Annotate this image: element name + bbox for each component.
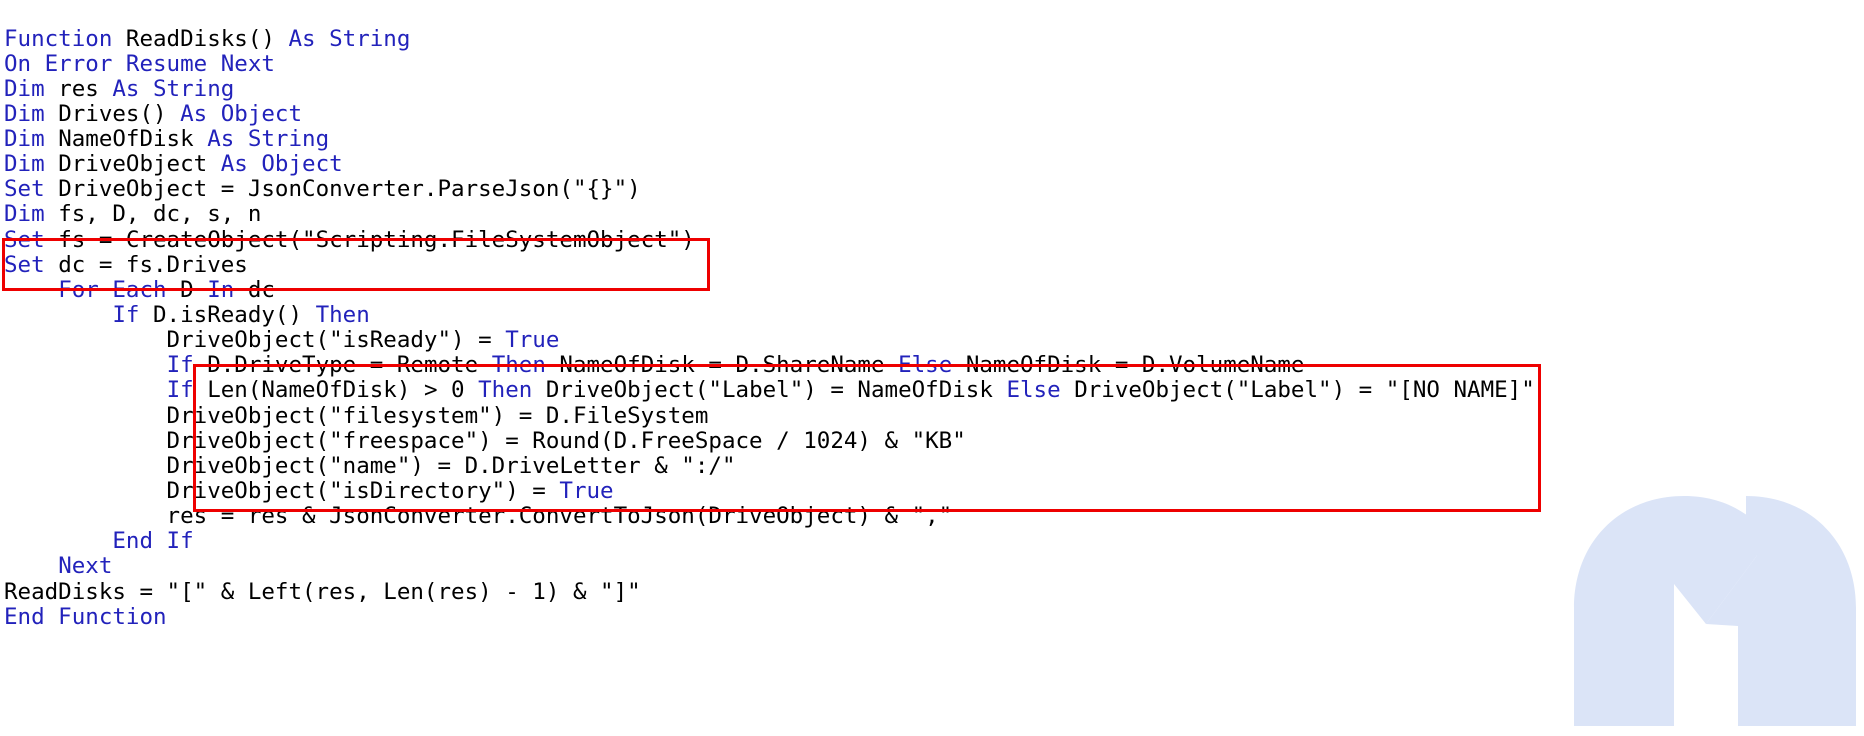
code-text: D <box>180 276 208 303</box>
code-text: DriveObject("filesystem") = D.FileSystem <box>4 402 709 429</box>
code-keyword: True <box>559 478 614 505</box>
code-line: For Each D In dc <box>4 276 1535 303</box>
source-code-block: Function ReadDisks() As String On Error R… <box>0 23 1535 630</box>
code-keyword: Dim <box>4 100 59 127</box>
code-text: dc = fs.Drives <box>58 251 248 278</box>
code-line: Dim NameOfDisk As String <box>4 126 1535 153</box>
code-line: Set fs = CreateObject("Scripting.FileSys… <box>4 226 1535 253</box>
code-text: Len(NameOfDisk) > 0 <box>207 377 479 404</box>
code-line: DriveObject("name") = D.DriveLetter & ":… <box>4 452 1535 479</box>
code-line: End Function <box>4 603 1535 630</box>
code-keyword: Set <box>4 176 59 203</box>
code-keyword: As String <box>288 25 411 52</box>
code-keyword: Dim <box>4 201 59 228</box>
code-line: Next <box>4 554 1535 579</box>
code-text: ReadDisks = "[" & Left(res, Len(res) - 1… <box>4 578 641 605</box>
code-line: Dim Drives() As Object <box>4 100 1535 127</box>
code-keyword: End Function <box>4 603 167 630</box>
code-keyword: True <box>505 327 560 354</box>
code-keyword: Dim <box>4 126 59 153</box>
code-text: DriveObject("Label") = "[NO NAME]" <box>1074 377 1535 404</box>
code-line: If Len(NameOfDisk) > 0 Then DriveObject(… <box>4 378 1535 403</box>
code-listing-page: Function ReadDisks() As String On Error R… <box>0 0 1864 726</box>
code-line: Function ReadDisks() As String <box>4 25 1535 52</box>
code-line: DriveObject("freespace") = Round(D.FreeS… <box>4 427 1535 454</box>
code-line: Dim DriveObject As Object <box>4 152 1535 177</box>
code-keyword: On Error Resume Next <box>4 50 275 77</box>
code-text: DriveObject <box>58 151 221 178</box>
code-keyword: Else <box>1006 377 1075 404</box>
code-text: NameOfDisk = D.ShareName <box>559 352 899 379</box>
code-text: ReadDisks() <box>125 25 289 52</box>
code-keyword: Then <box>491 352 560 379</box>
code-keyword: Next <box>58 553 113 580</box>
code-text: res = res & JsonConverter.ConvertToJson(… <box>4 503 953 530</box>
code-text: fs, D, dc, s, n <box>58 201 262 228</box>
code-keyword: For Each <box>58 276 181 303</box>
code-line: Dim res As String <box>4 75 1535 102</box>
code-text: dc <box>247 276 275 303</box>
code-keyword: As String <box>112 75 235 102</box>
code-keyword: Dim <box>4 151 59 178</box>
code-line: DriveObject("isReady") = True <box>4 328 1535 353</box>
code-keyword: Then <box>315 302 370 329</box>
code-line: If D.DriveType = Remote Then NameOfDisk … <box>4 353 1535 378</box>
code-line: End If <box>4 529 1535 554</box>
code-line: ReadDisks = "[" & Left(res, Len(res) - 1… <box>4 578 1535 605</box>
code-keyword: End If <box>112 528 194 555</box>
code-keyword: As String <box>207 126 330 153</box>
code-keyword: If <box>112 302 154 329</box>
code-text: D.isReady() <box>153 302 316 329</box>
code-keyword: Function <box>4 25 126 52</box>
code-line: If D.isReady() Then <box>4 302 1535 329</box>
code-text: DriveObject("Label") = NameOfDisk <box>545 377 1007 404</box>
code-text: fs = CreateObject("Scripting.FileSystemO… <box>58 226 695 253</box>
malwarebytes-watermark-icon <box>1574 496 1856 726</box>
code-keyword: As Object <box>180 100 303 127</box>
code-keyword: Set <box>4 226 59 253</box>
code-keyword: Dim <box>4 75 59 102</box>
code-keyword: If <box>166 352 208 379</box>
code-line: On Error Resume Next <box>4 50 1535 77</box>
code-keyword: Else <box>898 352 966 379</box>
code-keyword: As Object <box>220 151 343 178</box>
code-text: D.DriveType = Remote <box>207 352 492 379</box>
code-text: NameOfDisk <box>58 126 208 153</box>
code-text: NameOfDisk = D.VolumeName <box>965 352 1305 379</box>
code-text: Drives() <box>58 100 181 127</box>
code-text: DriveObject("freespace") = Round(D.FreeS… <box>4 427 966 454</box>
code-keyword: If <box>166 377 208 404</box>
code-line: Set DriveObject = JsonConverter.ParseJso… <box>4 177 1535 202</box>
code-text: DriveObject("name") = D.DriveLetter & ":… <box>4 452 736 479</box>
code-text: DriveObject = JsonConverter.ParseJson("{… <box>58 176 641 203</box>
code-line: Set dc = fs.Drives <box>4 251 1535 278</box>
code-keyword: Set <box>4 251 59 278</box>
code-text: DriveObject("isReady") = <box>4 327 506 354</box>
code-keyword: Then <box>478 377 546 404</box>
code-keyword: In <box>207 276 248 303</box>
code-line: res = res & JsonConverter.ConvertToJson(… <box>4 504 1535 529</box>
code-line: DriveObject("isDirectory") = True <box>4 478 1535 505</box>
code-text: DriveObject("isDirectory") = <box>4 478 560 505</box>
code-line: Dim fs, D, dc, s, n <box>4 202 1535 227</box>
code-text: res <box>58 75 113 102</box>
code-line: DriveObject("filesystem") = D.FileSystem <box>4 402 1535 429</box>
